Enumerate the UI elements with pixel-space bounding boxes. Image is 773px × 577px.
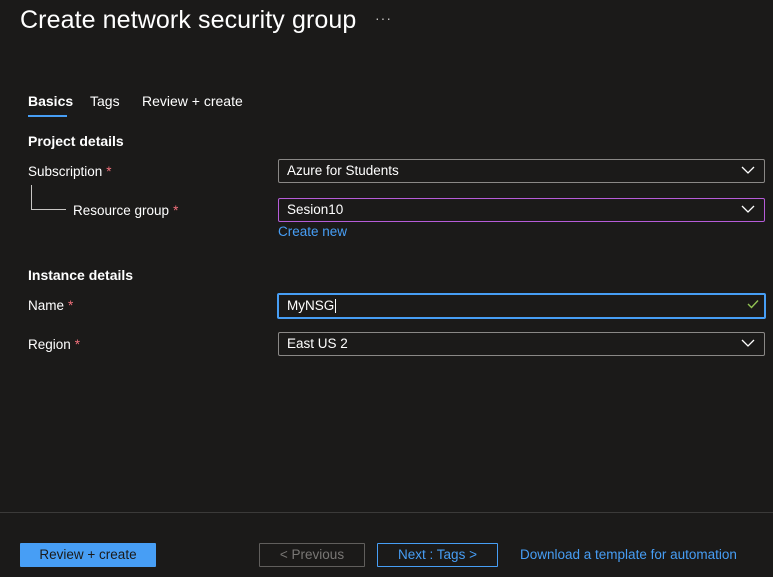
name-input-value-wrapper: MyNSG bbox=[287, 298, 337, 314]
create-new-resource-group-link[interactable]: Create new bbox=[278, 224, 347, 239]
chevron-down-icon bbox=[741, 166, 755, 174]
region-dropdown[interactable]: East US 2 bbox=[278, 332, 765, 356]
tab-review-create[interactable]: Review + create bbox=[142, 93, 243, 109]
name-label: Name * bbox=[28, 298, 73, 313]
region-label-text: Region bbox=[28, 337, 71, 352]
required-marker: * bbox=[74, 337, 81, 352]
create-nsg-page: Create network security group ··· Basics… bbox=[0, 0, 773, 577]
text-cursor bbox=[335, 299, 337, 314]
tab-basics[interactable]: Basics bbox=[28, 93, 73, 109]
footer-divider bbox=[0, 512, 773, 513]
project-details-heading: Project details bbox=[28, 133, 124, 149]
resource-group-label: Resource group * bbox=[73, 203, 178, 218]
region-label: Region * bbox=[28, 337, 80, 352]
required-marker: * bbox=[68, 298, 74, 313]
name-input[interactable]: MyNSG bbox=[277, 293, 766, 319]
subscription-label-text: Subscription bbox=[28, 164, 103, 179]
subscription-label: Subscription * bbox=[28, 164, 112, 179]
active-tab-indicator bbox=[28, 115, 67, 117]
name-input-value: MyNSG bbox=[287, 298, 335, 313]
name-label-text: Name bbox=[28, 298, 65, 313]
download-template-link[interactable]: Download a template for automation bbox=[520, 547, 737, 562]
resource-group-dropdown[interactable]: Sesion10 bbox=[278, 198, 765, 222]
region-value: East US 2 bbox=[287, 336, 348, 351]
chevron-down-icon bbox=[741, 205, 755, 213]
checkmark-icon bbox=[747, 300, 759, 309]
tree-connector bbox=[31, 185, 66, 210]
more-options-icon[interactable]: ··· bbox=[375, 10, 392, 26]
tab-tags[interactable]: Tags bbox=[90, 93, 120, 109]
review-create-button[interactable]: Review + create bbox=[20, 543, 156, 567]
subscription-value: Azure for Students bbox=[287, 163, 399, 178]
page-title: Create network security group bbox=[20, 6, 357, 34]
chevron-down-icon bbox=[741, 339, 755, 347]
instance-details-heading: Instance details bbox=[28, 267, 134, 283]
required-marker: * bbox=[106, 164, 112, 179]
subscription-dropdown[interactable]: Azure for Students bbox=[278, 159, 765, 183]
resource-group-label-text: Resource group bbox=[73, 203, 170, 218]
previous-button[interactable]: < Previous bbox=[259, 543, 365, 567]
required-marker: * bbox=[173, 203, 179, 218]
next-tags-button[interactable]: Next : Tags > bbox=[377, 543, 498, 567]
resource-group-value: Sesion10 bbox=[287, 202, 344, 217]
